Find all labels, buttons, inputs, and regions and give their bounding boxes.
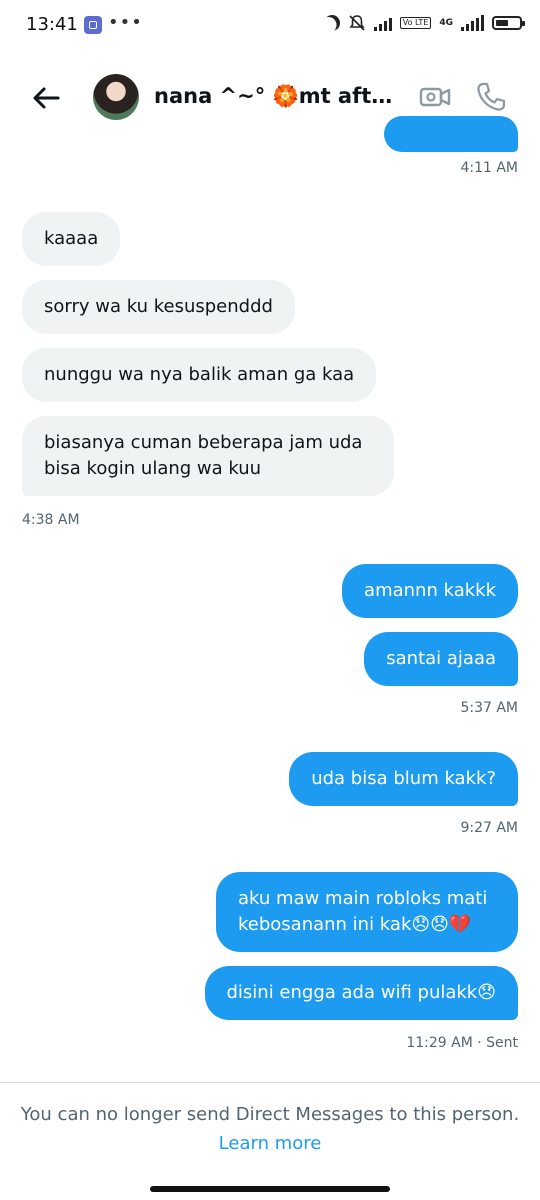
message-timestamp: 9:27 AM xyxy=(460,820,518,836)
outgoing-message[interactable]: uda bisa blum kakk? xyxy=(289,752,518,806)
network-type: 4G xyxy=(439,18,453,28)
incoming-message[interactable]: biasanya cuman beberapa jam uda bisa kog… xyxy=(22,416,394,496)
status-bar: 13:41 ••• Vo LTE 4G xyxy=(0,0,540,56)
outgoing-message[interactable]: disini engga ada wifi pulakk😞 xyxy=(204,966,518,1020)
home-indicator[interactable] xyxy=(150,1186,390,1192)
incoming-message[interactable]: sorry wa ku kesuspenddd xyxy=(22,280,295,334)
status-icons: Vo LTE 4G xyxy=(321,12,525,34)
incoming-message[interactable]: kaaaa xyxy=(22,212,121,266)
avatar[interactable] xyxy=(93,74,139,120)
divider xyxy=(0,1082,540,1083)
cell-signal-icon xyxy=(461,15,484,31)
battery-icon xyxy=(492,16,525,30)
status-time: 13:41 xyxy=(26,14,78,35)
outgoing-message[interactable]: aku maw main robloks mati kebosanann ini… xyxy=(216,872,518,952)
app-notification-icon xyxy=(84,16,102,34)
more-notifications-icon: ••• xyxy=(108,12,143,33)
message-timestamp: 4:11 AM xyxy=(460,160,518,176)
message-timestamp-sent: 11:29 AM · Sent xyxy=(406,1035,518,1051)
do-not-disturb-icon xyxy=(321,12,343,34)
video-call-icon[interactable] xyxy=(418,80,452,114)
back-arrow-icon[interactable] xyxy=(28,80,64,116)
muted-bell-icon xyxy=(349,15,365,31)
wifi-signal-icon xyxy=(373,15,392,31)
outgoing-message[interactable]: amannn kakkk xyxy=(342,564,518,618)
message-timestamp: 4:38 AM xyxy=(22,512,80,528)
outgoing-message-clipped xyxy=(384,116,518,152)
learn-more-link[interactable]: Learn more xyxy=(0,1133,540,1154)
phone-icon[interactable] xyxy=(474,80,508,114)
message-timestamp: 5:37 AM xyxy=(460,700,518,716)
conversation-title[interactable]: nana ^~° 🏵️mt after ... xyxy=(154,84,404,109)
incoming-message[interactable]: nunggu wa nya balik aman ga kaa xyxy=(22,348,377,402)
dm-disabled-notice: You can no longer send Direct Messages t… xyxy=(20,1104,520,1125)
volte-badge: Vo LTE xyxy=(399,17,432,29)
outgoing-message[interactable]: santai ajaaa xyxy=(364,632,518,686)
